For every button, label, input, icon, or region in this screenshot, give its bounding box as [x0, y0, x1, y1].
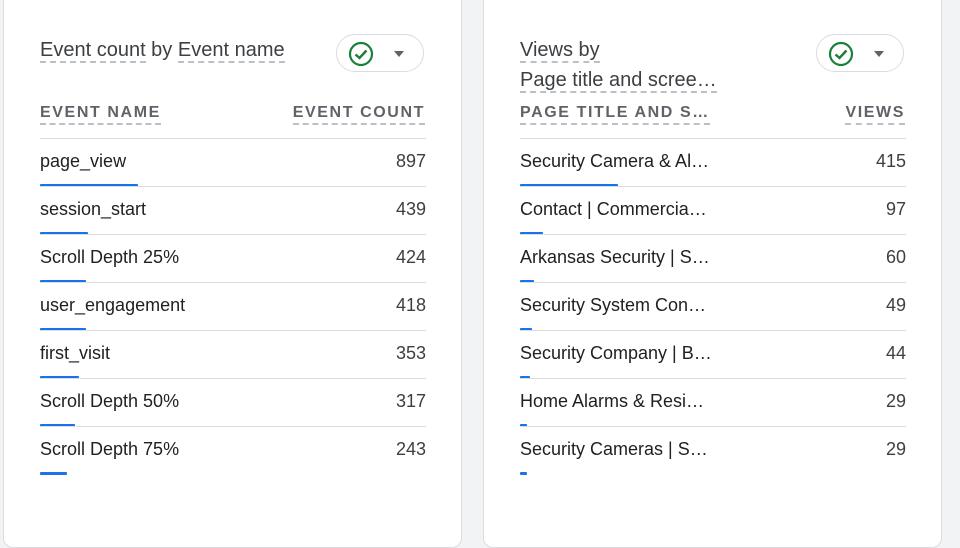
table-row[interactable]: first_visit 353 — [40, 330, 426, 379]
table-row[interactable]: Security Cameras | S… 29 — [520, 426, 906, 475]
title-by-text: by — [145, 39, 178, 61]
event-table: page_view 897 session_start 439 Scroll Dep… — [40, 138, 426, 475]
row-value: 353 — [395, 343, 426, 363]
row-value: 424 — [395, 247, 426, 267]
views-card: Views by Page title and scree… PAGE TITL… — [483, 0, 942, 548]
row-value: 439 — [395, 199, 426, 219]
row-label: Scroll Depth 25% — [40, 247, 180, 267]
table-row[interactable]: Home Alarms & Resi… 29 — [520, 378, 906, 427]
column-header-event-count[interactable]: EVENT COUNT — [292, 103, 425, 125]
caret-down-icon — [394, 51, 404, 57]
metric-title-link[interactable]: Views by — [520, 39, 600, 63]
row-value: 317 — [395, 391, 426, 411]
dimension-title-link[interactable]: Page title and scree… — [520, 69, 717, 93]
row-value: 415 — [875, 151, 906, 171]
views-table: Security Camera & Al… 415 Contact | Comme… — [520, 138, 906, 475]
caret-down-icon — [874, 51, 884, 57]
row-value: 897 — [395, 151, 426, 171]
row-label: Arkansas Security | S… — [520, 247, 710, 267]
table-row[interactable]: Security Company | B… 44 — [520, 330, 906, 379]
row-value: 29 — [885, 439, 906, 459]
row-value: 97 — [885, 199, 906, 219]
check-circle-icon — [348, 41, 374, 67]
table-row[interactable]: Security Camera & Al… 415 — [520, 138, 906, 187]
row-share-bar — [40, 472, 67, 475]
card-title: Event count by Event name — [40, 35, 330, 65]
table-row[interactable]: Security System Con… 49 — [520, 282, 906, 331]
row-value: 49 — [885, 295, 906, 315]
row-value: 60 — [885, 247, 906, 267]
card-title: Views by Page title and scree… — [520, 35, 810, 95]
event-count-card: Event count by Event name EVENT NAME EVE… — [3, 0, 462, 548]
check-circle-icon — [828, 41, 854, 67]
status-dropdown-chip[interactable] — [816, 34, 904, 72]
row-label: Security System Con… — [520, 295, 707, 315]
table-row[interactable]: Contact | Commercia… 97 — [520, 186, 906, 235]
row-label: session_start — [40, 199, 147, 219]
row-label: first_visit — [40, 343, 111, 363]
table-row[interactable]: Scroll Depth 75% 243 — [40, 426, 426, 475]
row-label: Security Camera & Al… — [520, 151, 710, 171]
row-label: page_view — [40, 151, 127, 171]
row-label: user_engagement — [40, 295, 186, 315]
row-value: 418 — [395, 295, 426, 315]
column-header-page-title[interactable]: PAGE TITLE AND S… — [520, 103, 710, 125]
table-row[interactable]: Arkansas Security | S… 60 — [520, 234, 906, 283]
status-dropdown-chip[interactable] — [336, 34, 424, 72]
row-label: Security Cameras | S… — [520, 439, 708, 459]
table-row[interactable]: session_start 439 — [40, 186, 426, 235]
row-label: Security Company | B… — [520, 343, 712, 363]
table-row[interactable]: Scroll Depth 50% 317 — [40, 378, 426, 427]
row-label: Contact | Commercia… — [520, 199, 707, 219]
row-value: 243 — [395, 439, 426, 459]
table-row[interactable]: user_engagement 418 — [40, 282, 426, 331]
row-share-bar — [520, 472, 527, 475]
row-label: Scroll Depth 50% — [40, 391, 180, 411]
column-header-views[interactable]: VIEWS — [845, 103, 905, 125]
table-row[interactable]: Scroll Depth 25% 424 — [40, 234, 426, 283]
row-value: 29 — [885, 391, 906, 411]
row-label: Scroll Depth 75% — [40, 439, 180, 459]
metric-title-link[interactable]: Event count — [40, 39, 146, 63]
row-label: Home Alarms & Resi… — [520, 391, 705, 411]
column-header-event-name[interactable]: EVENT NAME — [40, 103, 161, 125]
dimension-title-link[interactable]: Event name — [177, 39, 285, 63]
table-row[interactable]: page_view 897 — [40, 138, 426, 187]
row-value: 44 — [885, 343, 906, 363]
